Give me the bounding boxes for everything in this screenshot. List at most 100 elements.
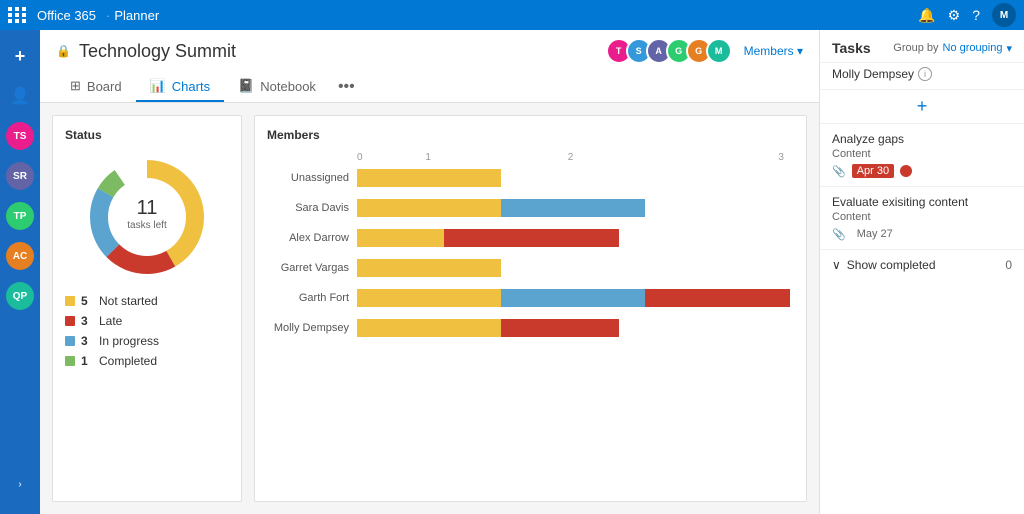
groupby-label: Group by: [893, 42, 938, 54]
nav-home[interactable]: +: [2, 38, 38, 74]
grid-icon[interactable]: [8, 7, 27, 23]
nav-user[interactable]: 👤: [2, 78, 38, 114]
page-title: Technology Summit: [79, 41, 236, 62]
left-nav: + 👤 TS SR TP AC QP ›: [0, 30, 40, 514]
charts-icon: 📊: [150, 78, 166, 94]
chevron-down-icon: ∨: [832, 258, 841, 272]
donut-svg: 11 tasks left: [82, 152, 212, 282]
bar-label-garth: Garth Fort: [267, 292, 357, 304]
app-container: Office 365 · Planner 🔔 ⚙ ? M + 👤 TS SR T…: [0, 0, 1024, 514]
tab-board[interactable]: ⊞ Board: [56, 72, 136, 102]
svg-text:tasks left: tasks left: [127, 220, 167, 231]
help-icon[interactable]: ?: [972, 7, 980, 23]
bar-label-alex: Alex Darrow: [267, 232, 357, 244]
bar-container-alex: [357, 229, 794, 247]
legend-count-inprogress: 3: [81, 334, 93, 348]
groupby-chevron[interactable]: ▾: [1006, 42, 1012, 55]
task-name-2: Evaluate exisiting content: [832, 195, 1012, 209]
tab-charts-label: Charts: [172, 79, 210, 94]
legend-dot-inprogress: [65, 336, 75, 346]
segment-late-alex: [444, 229, 619, 247]
nav-bottom: ›: [2, 466, 38, 506]
header-members: T S A G G M Members ▾: [606, 38, 803, 64]
header-tabs: ⊞ Board 📊 Charts 📓 Notebook •••: [56, 72, 803, 102]
legend-dot-late: [65, 316, 75, 326]
segment-notstarted-alex: [357, 229, 444, 247]
members-button[interactable]: Members ▾: [744, 44, 803, 58]
show-completed[interactable]: ∨ Show completed 0: [820, 250, 1024, 280]
legend-dot-completed: [65, 356, 75, 366]
axis-1: 1: [357, 152, 499, 163]
legend-count-not-started: 5: [81, 294, 93, 308]
nav-ac[interactable]: AC: [2, 238, 38, 274]
bar-row-sara: Sara Davis: [267, 197, 794, 219]
tasks-title: Tasks: [832, 40, 871, 56]
legend-inprogress: 3 In progress: [65, 334, 229, 348]
late-flag-1: [900, 165, 912, 177]
groupby-dropdown[interactable]: No grouping: [943, 42, 1003, 54]
main-layout: + 👤 TS SR TP AC QP ›: [0, 30, 1024, 514]
segment-inprogress-sara: [501, 199, 645, 217]
content-header: 🔒 Technology Summit T S A G G M Members …: [40, 30, 819, 103]
task-meta-1: 📎 Apr 30: [832, 164, 1012, 178]
tasks-header: Tasks Group by No grouping ▾: [820, 30, 1024, 63]
task-card-1[interactable]: Analyze gaps Content 📎 Apr 30: [820, 124, 1024, 187]
bar-label-sara: Sara Davis: [267, 202, 357, 214]
legend-late: 3 Late: [65, 314, 229, 328]
tasks-groupby: Group by No grouping ▾: [893, 42, 1012, 55]
bar-chart: 0 1 2 3 Unassigned: [267, 152, 794, 339]
nav-ts[interactable]: TS: [2, 118, 38, 154]
donut-chart: 11 tasks left: [65, 152, 229, 282]
settings-icon[interactable]: ⚙: [948, 7, 961, 24]
segment-notstarted-molly: [357, 319, 501, 337]
task-name-1: Analyze gaps: [832, 132, 1012, 146]
bar-label-garret: Garret Vargas: [267, 262, 357, 274]
bell-icon[interactable]: 🔔: [918, 7, 935, 24]
legend-label-inprogress: In progress: [99, 334, 159, 348]
segment-late-garth: [645, 289, 789, 307]
tasks-content: + Analyze gaps Content 📎 Apr 30 Evaluate…: [820, 90, 1024, 514]
tab-more[interactable]: •••: [330, 72, 363, 102]
tab-charts[interactable]: 📊 Charts: [136, 72, 224, 102]
bar-container-sara: [357, 199, 794, 217]
legend-count-completed: 1: [81, 354, 93, 368]
tab-notebook[interactable]: 📓 Notebook: [224, 72, 330, 102]
legend: 5 Not started 3 Late 3 In progress: [65, 294, 229, 368]
top-bar-grid: Office 365 · Planner: [8, 7, 159, 23]
assignee-info-icon[interactable]: i: [918, 67, 932, 81]
legend-count-late: 3: [81, 314, 93, 328]
segment-inprogress-garth: [501, 289, 645, 307]
legend-completed: 1 Completed: [65, 354, 229, 368]
segment-notstarted-unassigned: [357, 169, 501, 187]
nav-tp[interactable]: TP: [2, 198, 38, 234]
top-bar: Office 365 · Planner 🔔 ⚙ ? M: [0, 0, 1024, 30]
task-date-2: May 27: [852, 227, 898, 241]
main-content: Status 11 tasks left: [40, 103, 819, 514]
segment-notstarted-garret: [357, 259, 501, 277]
bar-container-unassigned: [357, 169, 794, 187]
attachment-icon-1: 📎: [832, 165, 846, 178]
task-card-2[interactable]: Evaluate exisiting content Content 📎 May…: [820, 187, 1024, 250]
bar-label-molly: Molly Dempsey: [267, 322, 357, 334]
separator: ·: [106, 8, 110, 23]
bar-container-garret: [357, 259, 794, 277]
add-task-button[interactable]: +: [820, 90, 1024, 124]
legend-not-started: 5 Not started: [65, 294, 229, 308]
notebook-icon: 📓: [238, 78, 254, 94]
members-panel: Members 0 1 2 3 Un: [254, 115, 807, 502]
task-meta-2: 📎 May 27: [832, 227, 1012, 241]
nav-qp[interactable]: QP: [2, 278, 38, 314]
nav-sr[interactable]: SR: [2, 158, 38, 194]
svg-text:11: 11: [137, 197, 158, 219]
legend-dot-not-started: [65, 296, 75, 306]
bar-container-molly: [357, 319, 794, 337]
bar-row-garret: Garret Vargas: [267, 257, 794, 279]
user-avatar-topbar[interactable]: M: [992, 3, 1016, 27]
tasks-panel: Tasks Group by No grouping ▾ Molly Demps…: [819, 30, 1024, 514]
nav-expand[interactable]: ›: [2, 466, 38, 502]
tasks-assignee: Molly Dempsey i: [820, 63, 1024, 90]
lock-icon: 🔒: [56, 44, 71, 58]
axis-2: 2: [499, 152, 641, 163]
status-panel-title: Status: [65, 128, 229, 142]
member-avatar-6: M: [706, 38, 732, 64]
